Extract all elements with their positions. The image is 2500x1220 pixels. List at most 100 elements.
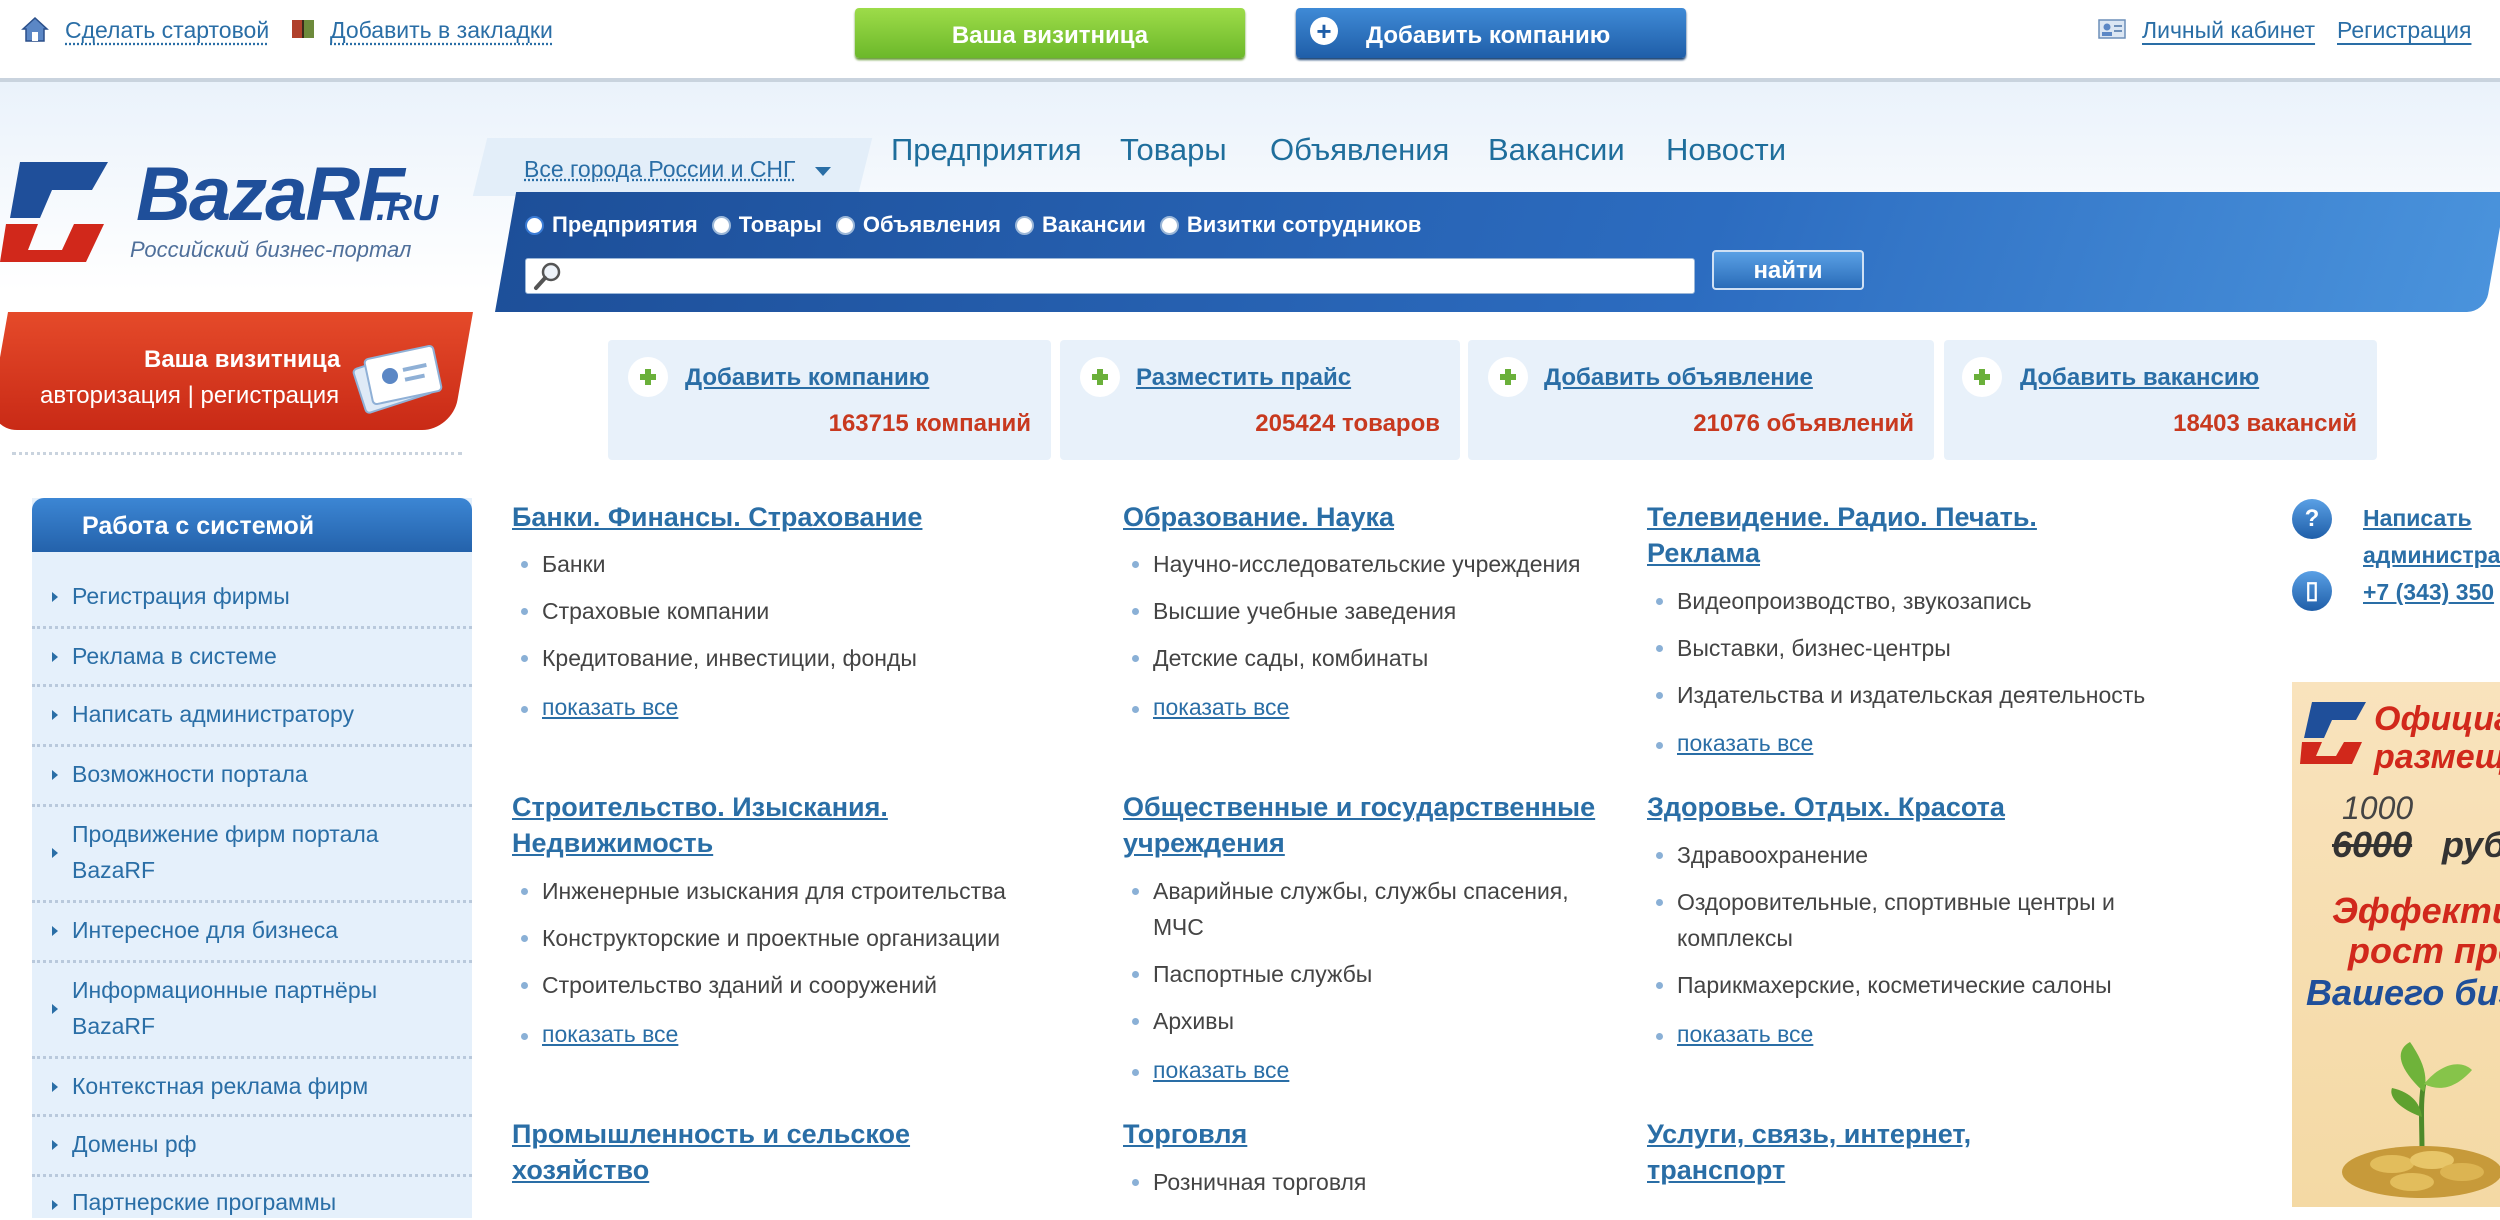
category-link[interactable]: Видеопроизводство, звукозапись <box>1656 583 2032 619</box>
sidebar-item-domains[interactable]: Домены рф <box>32 1114 472 1177</box>
arrow-right-icon <box>52 1200 58 1210</box>
nav-enterprises[interactable]: Предприятия <box>891 132 1082 168</box>
sidebar-item-registration[interactable]: Регистрация фирмы <box>32 572 472 629</box>
write-admin-link[interactable]: Написать <box>2363 500 2472 536</box>
show-all-link[interactable]: показать все <box>1131 694 1289 721</box>
category-link[interactable]: Издательства и издательская деятельность <box>1655 677 2145 713</box>
category-link[interactable]: Кредитование, инвестиции, фонды <box>521 640 917 676</box>
cabinet-link[interactable]: Личный кабинет <box>2142 17 2315 44</box>
add-company-button[interactable]: + Добавить компанию <box>1296 8 1686 58</box>
search-button[interactable]: найти <box>1712 250 1864 290</box>
nav-vacancies[interactable]: Вакансии <box>1488 132 1625 168</box>
category-link-wrap[interactable]: комплексы <box>1677 920 1793 956</box>
show-all-link[interactable]: показать все <box>520 1021 678 1048</box>
place-price-link[interactable]: Разместить прайс <box>1136 364 1351 392</box>
show-all-link[interactable]: показать все <box>520 694 678 721</box>
make-start-link[interactable]: Сделать стартовой <box>65 17 269 44</box>
arrow-right-icon <box>52 1140 58 1150</box>
nav-news[interactable]: Новости <box>1666 132 1786 168</box>
radio-goods[interactable]: Товары <box>711 212 822 238</box>
category-link[interactable]: Выставки, бизнес-центры <box>1656 630 1951 666</box>
companies-count: 163715 компаний <box>828 410 1031 437</box>
category-link[interactable]: Здравоохранение <box>1655 837 1868 873</box>
category-link[interactable]: Паспортные службы <box>1131 956 1372 992</box>
category-title-industry-2[interactable]: хозяйство <box>512 1152 649 1188</box>
radio-button[interactable] <box>1014 215 1034 235</box>
add-vacancy-link[interactable]: Добавить вакансию <box>2020 364 2259 392</box>
nav-goods[interactable]: Товары <box>1120 132 1227 168</box>
category-title-banks[interactable]: Банки. Финансы. Страхование <box>512 499 922 535</box>
sidebar-item-write-admin[interactable]: Написать администратору <box>32 684 472 747</box>
ad-growth: рост продаж <box>2348 930 2500 971</box>
category-link[interactable]: Детские сады, комбинаты <box>1131 640 1428 676</box>
show-all-link[interactable]: показать все <box>1655 1021 1813 1048</box>
vizitnica-button[interactable]: Ваша визитница <box>855 8 1245 58</box>
category-link[interactable]: Конструкторские и проектные организации <box>520 920 1000 956</box>
sidebar-item-advertising[interactable]: Реклама в системе <box>32 626 472 687</box>
user-card-icon <box>2098 19 2126 39</box>
category-link[interactable]: Розничная торговля <box>1131 1164 1366 1200</box>
radio-ads[interactable]: Объявления <box>835 212 1001 238</box>
category-link[interactable]: Научно-исследовательские учреждения <box>1132 546 1581 582</box>
radio-vacancies[interactable]: Вакансии <box>1014 212 1146 238</box>
category-title-services[interactable]: Услуги, связь, интернет, <box>1647 1116 1971 1152</box>
sidebar-item-partners[interactable]: Информационные партнёры BazaRF <box>32 960 472 1059</box>
category-title-industry[interactable]: Промышленность и сельское <box>512 1116 910 1152</box>
city-select[interactable]: Все города России и СНГ <box>524 156 796 183</box>
add-bookmarks-link[interactable]: Добавить в закладки <box>330 17 553 44</box>
category-link[interactable]: Инженерные изыскания для строительства <box>521 873 1006 909</box>
category-link[interactable]: Банки <box>521 546 606 582</box>
category-title-construction-2[interactable]: Недвижимость <box>512 825 713 861</box>
register-link[interactable]: Регистрация <box>2337 17 2471 44</box>
sidebar-item-partner-programs[interactable]: Партнерские программы <box>32 1174 472 1215</box>
phone-link[interactable]: +7 (343) 350 <box>2363 574 2494 610</box>
category-link[interactable]: Страховые компании <box>520 593 769 629</box>
search-type-radios: Предприятия Товары Объявления Вакансии В… <box>525 212 1435 238</box>
radio-button[interactable] <box>1159 215 1179 235</box>
plus-icon <box>628 357 668 397</box>
radio-button[interactable] <box>711 215 731 235</box>
category-title-services-2[interactable]: транспорт <box>1647 1152 1785 1188</box>
category-link[interactable]: Строительство зданий и сооружений <box>521 967 937 1003</box>
category-link-wrap[interactable]: МЧС <box>1153 909 1204 945</box>
money-plant-icon <box>2342 1042 2500 1198</box>
radio-button-checked[interactable] <box>525 215 544 235</box>
radio-employee-cards[interactable]: Визитки сотрудников <box>1159 212 1421 238</box>
sidebar-item-promotion[interactable]: Продвижение фирм портала BazaRF <box>32 804 472 903</box>
radio-enterprises[interactable]: Предприятия <box>525 212 698 238</box>
category-title-media[interactable]: Телевидение. Радио. Печать. <box>1647 499 2037 535</box>
nav-ads[interactable]: Объявления <box>1270 132 1449 168</box>
plus-icon <box>1488 357 1528 397</box>
radio-button[interactable] <box>835 215 855 235</box>
vacancies-count: 18403 вакансий <box>2173 410 2357 437</box>
svg-text:BazaRF: BazaRF <box>136 152 407 237</box>
add-company-link[interactable]: Добавить компанию <box>685 364 929 392</box>
arrow-right-icon <box>52 710 58 720</box>
category-title-education[interactable]: Образование. Наука <box>1123 499 1394 535</box>
visit-card-auth-links[interactable]: авторизация | регистрация <box>40 382 339 410</box>
category-link[interactable]: Оздоровительные, спортивные центры и <box>1656 884 2115 920</box>
stat-box-goods: Разместить прайс 205424 товаров <box>1060 340 1460 460</box>
category-title-public-2[interactable]: учреждения <box>1123 825 1285 861</box>
category-link[interactable]: Аварийные службы, службы спасения, <box>1132 873 1569 909</box>
category-title-public[interactable]: Общественные и государственные <box>1123 789 1595 825</box>
category-title-construction[interactable]: Строительство. Изыскания. <box>512 789 888 825</box>
category-title-media-2[interactable]: Реклама <box>1647 535 1760 571</box>
sidebar-item-interesting[interactable]: Интересное для бизнеса <box>32 900 472 963</box>
arrow-right-icon <box>52 652 58 662</box>
write-admin-link-2[interactable]: администратору <box>2363 537 2500 573</box>
category-title-health[interactable]: Здоровье. Отдых. Красота <box>1647 789 2005 825</box>
sidebar-item-context-ads[interactable]: Контекстная реклама фирм <box>32 1056 472 1117</box>
ad-banner[interactable]: Официальное размещение 1000 6000 руб Эфф… <box>2292 682 2500 1207</box>
show-all-link[interactable]: показать все <box>1655 730 1813 757</box>
category-link[interactable]: Высшие учебные заведения <box>1131 593 1456 629</box>
category-title-trade[interactable]: Торговля <box>1123 1116 1247 1152</box>
sidebar-item-features[interactable]: Возможности портала <box>32 744 472 807</box>
category-link[interactable]: Парикмахерские, косметические салоны <box>1656 967 2112 1003</box>
show-all-link[interactable]: показать все <box>1131 1057 1289 1084</box>
search-input[interactable] <box>525 258 1695 294</box>
visit-card-title[interactable]: Ваша визитница <box>144 346 340 374</box>
ads-count: 21076 объявлений <box>1693 410 1914 437</box>
add-ad-link[interactable]: Добавить объявление <box>1544 364 1813 392</box>
category-link[interactable]: Архивы <box>1132 1003 1234 1039</box>
